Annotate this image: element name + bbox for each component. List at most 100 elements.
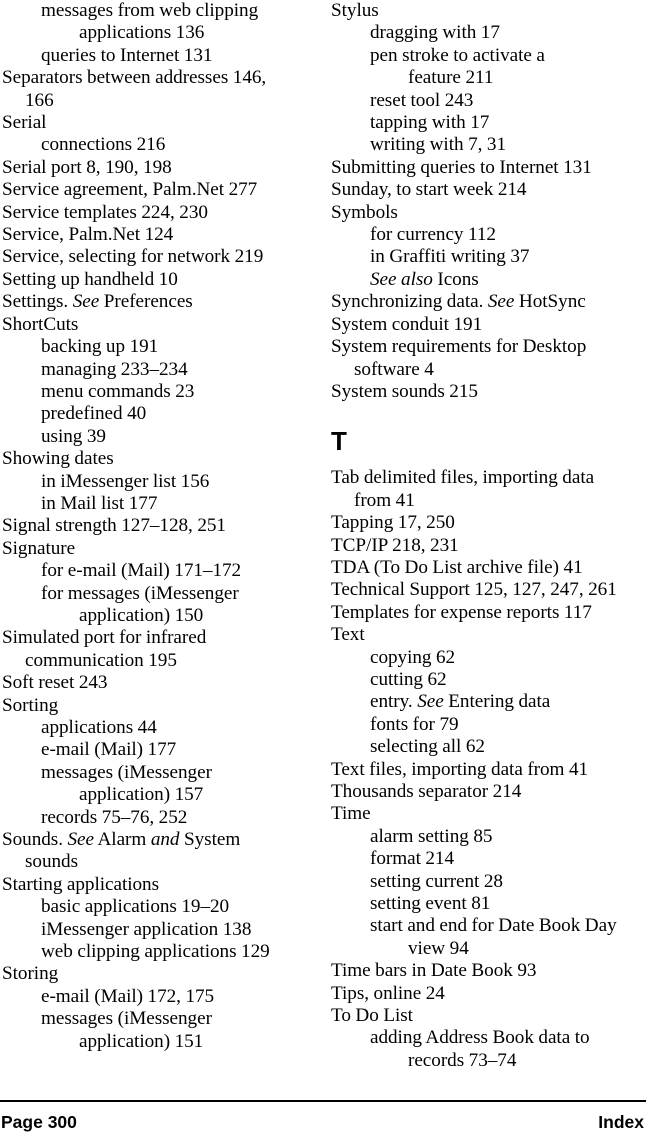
index-entry: Service, Palm.Net 124 xyxy=(2,224,174,246)
index-entry: TCP/IP 218, 231 xyxy=(331,534,459,556)
index-entry: To Do List xyxy=(331,1005,413,1027)
index-entry: Technical Support 125, 127, 247, 261 xyxy=(331,579,617,601)
index-entry: pen stroke to activate a xyxy=(370,44,545,66)
index-entry: Sounds. See Alarm and System xyxy=(2,829,241,851)
index-entry: records 75–76, 252 xyxy=(41,806,188,828)
index-entry: writing with 7, 31 xyxy=(370,134,507,156)
index-entry: view 94 xyxy=(408,937,469,959)
index-entry: application) 157 xyxy=(79,784,204,806)
index-entry: System requirements for Desktop xyxy=(331,336,587,358)
index-entry: Signature xyxy=(2,537,76,559)
index-entry: using 39 xyxy=(41,425,106,447)
index-entry: Soft reset 243 xyxy=(2,672,108,694)
index-entry: cutting 62 xyxy=(370,668,447,690)
index-entry: reset tool 243 xyxy=(370,89,474,111)
index-entry: Templates for expense reports 117 xyxy=(331,601,592,623)
index-section-heading: T xyxy=(331,426,347,457)
index-entry: sounds xyxy=(25,851,79,873)
index-entry: Service, selecting for network 219 xyxy=(2,246,264,268)
index-entry: managing 233–234 xyxy=(41,358,188,380)
index-entry: web clipping applications 129 xyxy=(41,941,270,963)
index-entry: application) 151 xyxy=(79,1030,204,1052)
index-entry: Signal strength 127–128, 251 xyxy=(2,515,226,537)
index-entry: ShortCuts xyxy=(2,313,79,335)
index-entry: 166 xyxy=(25,89,54,111)
index-entry: in Graffiti writing 37 xyxy=(370,246,530,268)
index-entry: Symbols xyxy=(331,201,398,223)
index-entry: Stylus xyxy=(331,0,379,21)
page-footer: Page 300 Index xyxy=(0,1100,646,1144)
index-entry: Tab delimited files, importing data xyxy=(331,467,595,489)
index-entry: Settings. See Preferences xyxy=(2,291,193,313)
index-entry: application) 150 xyxy=(79,604,204,626)
index-entry: software 4 xyxy=(354,358,434,380)
index-entry: Submitting queries to Internet 131 xyxy=(331,156,592,178)
index-entry: Time bars in Date Book 93 xyxy=(331,960,537,982)
index-entry: communication 195 xyxy=(25,649,177,671)
index-entry: Sunday, to start week 214 xyxy=(331,179,527,201)
index-entry: dragging with 17 xyxy=(370,22,500,44)
index-entry: tapping with 17 xyxy=(370,112,490,134)
index-entry: backing up 191 xyxy=(41,336,159,358)
index-entry: Text xyxy=(331,624,365,646)
index-entry: from 41 xyxy=(354,489,415,511)
index-entry: Tapping 17, 250 xyxy=(331,512,455,534)
index-entry: for currency 112 xyxy=(370,224,496,246)
index-entry: Sorting xyxy=(2,694,59,716)
index-entry: e-mail (Mail) 172, 175 xyxy=(41,985,215,1007)
index-entry: setting event 81 xyxy=(370,893,491,915)
index-entry: Text files, importing data from 41 xyxy=(331,758,589,780)
index-entry: See also Icons xyxy=(370,268,479,290)
index-entry: menu commands 23 xyxy=(41,380,195,402)
index-entry: selecting all 62 xyxy=(370,736,485,758)
index-entry: format 214 xyxy=(370,848,455,870)
index-entry: applications 44 xyxy=(41,717,157,738)
index-entry: in Mail list 177 xyxy=(41,492,158,514)
page-number-label: Page 300 xyxy=(1,1112,77,1132)
index-entry: basic applications 19–20 xyxy=(41,896,230,918)
index-entry: messages from web clipping xyxy=(41,0,259,21)
index-entry: fonts for 79 xyxy=(370,713,459,735)
index-entry: Time xyxy=(331,803,371,825)
index-entry: TDA (To Do List archive file) 41 xyxy=(331,556,583,578)
index-entry: System conduit 191 xyxy=(331,313,483,335)
index-entry: Thousands separator 214 xyxy=(331,781,522,802)
index-columns: messages from web clipping applications 1… xyxy=(0,0,646,1100)
index-entry: adding Address Book data to xyxy=(370,1027,590,1049)
index-column-right: Stylus dragging with 17 pen stroke to acti… xyxy=(323,0,646,1100)
index-entry: Synchronizing data. See HotSync xyxy=(331,291,586,313)
index-entry: setting current 28 xyxy=(370,870,503,892)
index-entry: e-mail (Mail) 177 xyxy=(41,739,177,761)
index-entry: for messages (iMessenger xyxy=(41,582,239,604)
index-entry: Showing dates xyxy=(2,448,114,470)
footer-row: Page 300 Index xyxy=(0,1112,646,1132)
index-entry: predefined 40 xyxy=(41,403,147,425)
index-entry: in iMessenger list 156 xyxy=(41,470,210,492)
index-entry: Serial port 8, 190, 198 xyxy=(2,156,172,178)
section-name-label: Index xyxy=(598,1112,644,1132)
index-entry: Separators between addresses 146, xyxy=(2,67,267,89)
index-entry: connections 216 xyxy=(41,134,166,156)
index-entry: Service agreement, Palm.Net 277 xyxy=(2,179,258,201)
index-entry: Setting up handheld 10 xyxy=(2,268,178,290)
index-entry: alarm setting 85 xyxy=(370,825,493,847)
index-entry: copying 62 xyxy=(370,646,456,668)
index-column-left: messages from web clipping applications 1… xyxy=(0,0,323,1100)
index-entry: feature 211 xyxy=(408,67,494,89)
index-entry: for e-mail (Mail) 171–172 xyxy=(41,560,242,582)
index-entry: Starting applications xyxy=(2,873,160,895)
index-entry: messages (iMessenger xyxy=(41,761,212,783)
index-entry: records 73–74 xyxy=(408,1049,517,1071)
index-entry: Service templates 224, 230 xyxy=(2,201,208,223)
footer-divider xyxy=(0,1100,646,1102)
index-entry: Tips, online 24 xyxy=(331,982,445,1004)
index-entry: applications 136 xyxy=(79,22,205,44)
index-entry: queries to Internet 131 xyxy=(41,44,213,66)
index-entry: Serial xyxy=(2,112,47,134)
index-entry: iMessenger application 138 xyxy=(41,918,252,940)
index-entry: messages (iMessenger xyxy=(41,1008,212,1030)
index-entry: entry. See Entering data xyxy=(370,691,551,713)
index-entry: Simulated port for infrared xyxy=(2,627,207,649)
index-entry: System sounds 215 xyxy=(331,380,478,402)
index-entry: start and end for Date Book Day xyxy=(370,915,617,937)
